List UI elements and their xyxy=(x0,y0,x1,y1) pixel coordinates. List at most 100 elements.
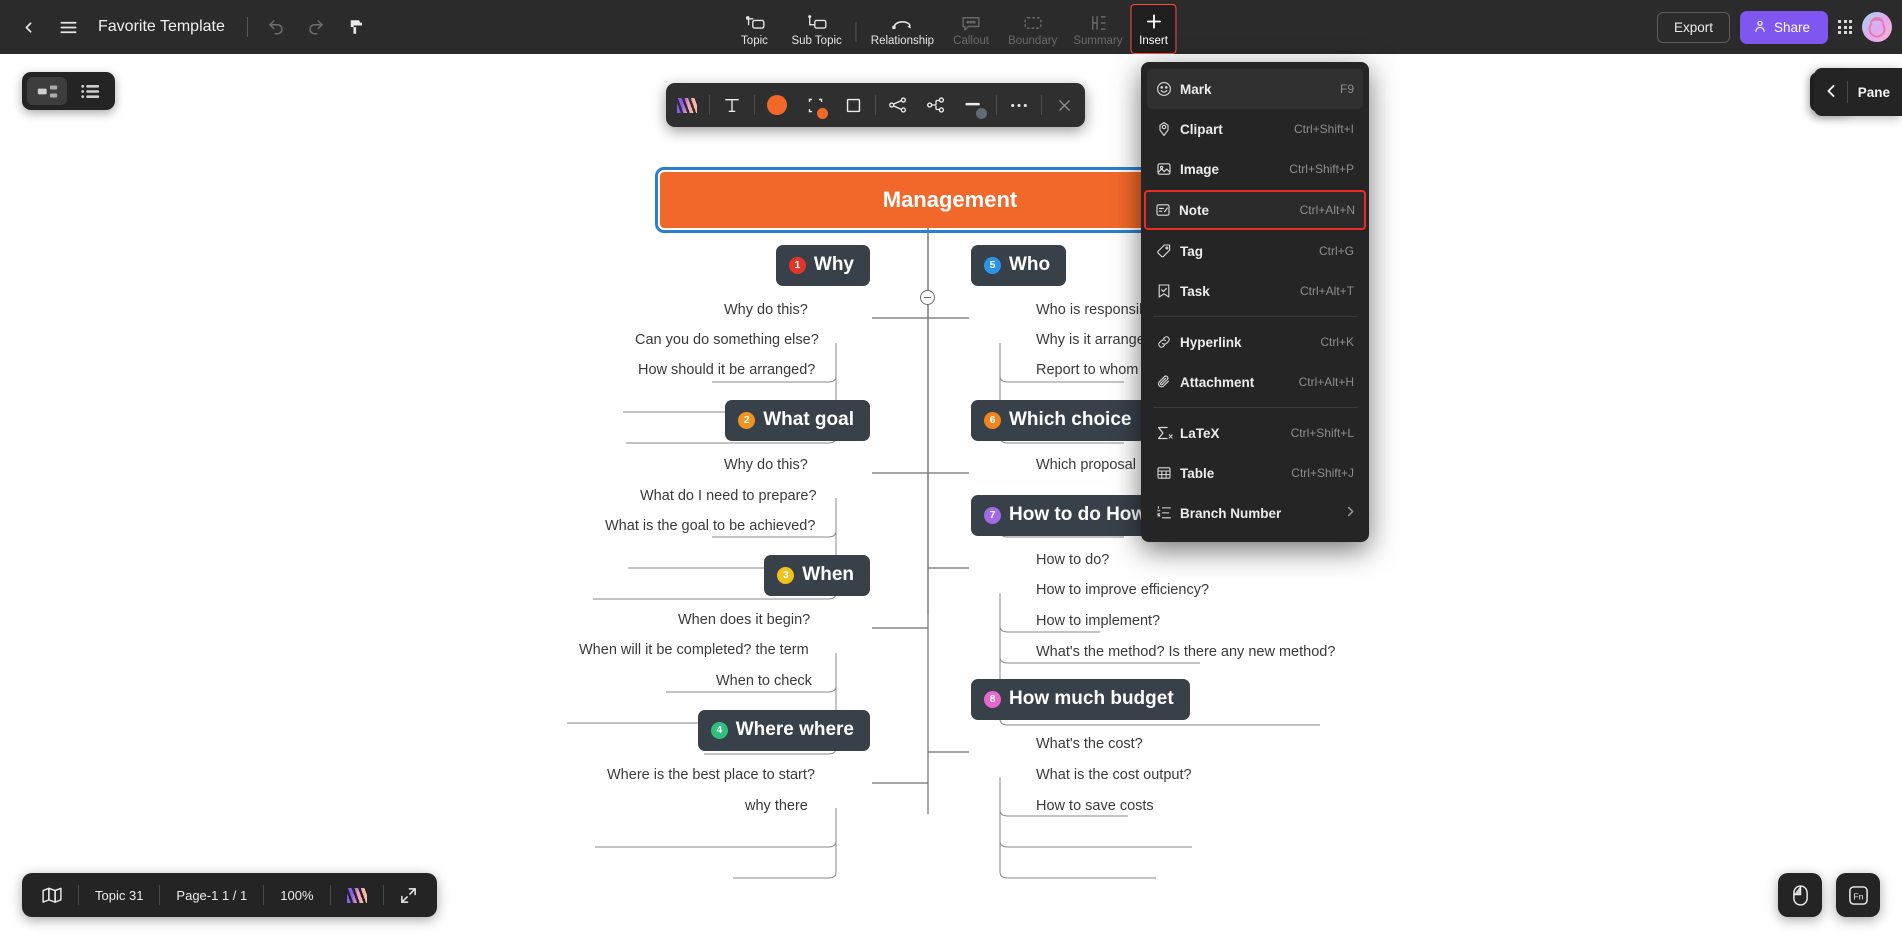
shape-border-icon[interactable] xyxy=(797,87,833,123)
menu-item-label: Task xyxy=(1180,283,1210,299)
subtopic-node[interactable]: Report to whom xyxy=(1030,360,1144,383)
share-button[interactable]: Share xyxy=(1739,10,1828,44)
more-dots-icon[interactable] xyxy=(1001,87,1037,123)
tool-boundary: Boundary xyxy=(1000,4,1065,54)
export-button[interactable]: Export xyxy=(1656,11,1730,43)
subtopic-node[interactable]: When to check xyxy=(710,671,818,694)
ai-magic-icon[interactable] xyxy=(669,87,705,123)
subtopic-node[interactable]: why there xyxy=(739,796,814,819)
svg-text:Fn: Fn xyxy=(1853,891,1863,901)
root-collapse-toggle[interactable] xyxy=(920,290,935,305)
line-style-icon[interactable] xyxy=(956,87,992,123)
subtopic-node[interactable]: What is the goal to be achieved? xyxy=(599,516,821,539)
topic-node-when[interactable]: 3 When xyxy=(764,555,870,596)
tool-topic[interactable]: Topic xyxy=(725,4,783,54)
subtopic-node[interactable]: Where is the best place to start? xyxy=(601,765,821,788)
subtopic-node[interactable]: Which proposal xyxy=(1030,455,1142,478)
fullscreen-icon[interactable] xyxy=(384,877,433,913)
chevron-right-icon xyxy=(1347,506,1354,520)
subtopic-node[interactable]: How to save costs xyxy=(1030,796,1160,819)
user-avatar[interactable] xyxy=(1862,12,1892,42)
mouse-mode-icon[interactable] xyxy=(1778,873,1822,917)
format-painter-icon[interactable] xyxy=(336,7,376,47)
topic-badge-number: 4 xyxy=(710,721,728,739)
menu-item-shortcut: Ctrl+Shift+I xyxy=(1293,122,1354,136)
tool-sub-topic[interactable]: Sub Topic xyxy=(783,4,849,54)
subtopic-node[interactable]: When does it begin? xyxy=(672,610,816,633)
menu-item-label: Image xyxy=(1180,161,1220,177)
right-panel-tab[interactable]: Pane xyxy=(1813,68,1902,116)
outline-view-icon[interactable] xyxy=(70,77,110,105)
apps-grid-icon[interactable] xyxy=(1838,20,1852,34)
relationship-icon xyxy=(890,10,914,32)
paperclip-icon xyxy=(1156,374,1180,390)
branch-style-icon[interactable] xyxy=(918,87,954,123)
fn-shortcut-icon[interactable]: Fn xyxy=(1836,873,1880,917)
subtopic-node[interactable]: Can you do something else? xyxy=(629,330,825,353)
menu-item-branch-number[interactable]: Branch Number xyxy=(1147,493,1363,533)
task-icon xyxy=(1156,283,1180,299)
subtopic-node[interactable]: Why do this? xyxy=(718,300,814,323)
right-panel-label: Pane xyxy=(1857,84,1890,100)
fill-color-icon[interactable] xyxy=(759,87,795,123)
menu-divider xyxy=(1153,407,1357,408)
subtopic-node[interactable]: Why do this? xyxy=(718,455,814,478)
page-indicator[interactable]: Page-1 1 / 1 xyxy=(160,877,263,913)
close-icon[interactable] xyxy=(1046,87,1082,123)
menu-item-tag[interactable]: Tag Ctrl+G xyxy=(1147,231,1363,271)
hamburger-menu-icon[interactable] xyxy=(48,7,88,47)
insert-tools-group: Topic Sub Topic Relationship Callout Bou… xyxy=(725,0,1177,54)
redo-icon[interactable] xyxy=(296,7,336,47)
document-title[interactable]: Favorite Template xyxy=(98,18,225,36)
menu-item-clipart[interactable]: Clipart Ctrl+Shift+I xyxy=(1147,109,1363,149)
menu-divider xyxy=(1153,316,1357,317)
border-icon[interactable] xyxy=(835,87,871,123)
undo-icon[interactable] xyxy=(256,7,296,47)
menu-item-task[interactable]: Task Ctrl+Alt+T xyxy=(1147,271,1363,311)
tool-relationship-label: Relationship xyxy=(870,35,935,47)
menu-item-label: Attachment xyxy=(1180,374,1255,390)
menu-item-attachment[interactable]: Attachment Ctrl+Alt+H xyxy=(1147,362,1363,402)
tool-relationship[interactable]: Relationship xyxy=(863,4,942,54)
branch-layout-icon[interactable] xyxy=(880,87,916,123)
topic-node-which[interactable]: 6 Which choice xyxy=(971,400,1148,441)
map-overview-icon[interactable] xyxy=(26,877,78,913)
zoom-level[interactable]: 100% xyxy=(264,877,329,913)
mindmap-canvas[interactable]: Management 1 Why Why do this? Can you do so… xyxy=(0,54,1902,935)
mindmap-view-icon[interactable] xyxy=(27,77,67,105)
topic-node-label: What goal xyxy=(763,409,854,430)
subtopic-node[interactable]: How to implement? xyxy=(1030,611,1166,634)
subtopic-node[interactable]: What is the cost output? xyxy=(1030,765,1198,788)
topic-node-why[interactable]: 1 Why xyxy=(775,245,870,286)
subtopic-node[interactable]: How to do? xyxy=(1030,550,1115,573)
ai-gradient-icon[interactable] xyxy=(331,877,383,913)
subtopic-node[interactable]: What do I need to prepare? xyxy=(634,486,823,509)
topic-node-who[interactable]: 5 Who xyxy=(971,245,1067,286)
topic-badge-number: 6 xyxy=(984,411,1001,429)
topic-node-where[interactable]: 4 Where where xyxy=(697,710,870,751)
subtopic-node[interactable]: What's the cost? xyxy=(1030,734,1149,757)
person-icon xyxy=(1753,19,1767,36)
subtopic-node[interactable]: How to improve efficiency? xyxy=(1030,580,1215,603)
topic-node-budget[interactable]: 8 How much budget xyxy=(971,679,1190,720)
menu-item-note[interactable]: Note Ctrl+Alt+N xyxy=(1144,190,1366,230)
menu-item-mark[interactable]: Mark F9 xyxy=(1147,69,1363,109)
subtopic-node[interactable]: What's the method? Is there any new meth… xyxy=(1030,642,1341,665)
back-button[interactable] xyxy=(8,7,48,47)
subtopic-node[interactable]: When will it be completed? the term xyxy=(573,640,815,663)
subtopic-node[interactable]: How should it be arranged? xyxy=(632,360,821,383)
tool-topic-label: Topic xyxy=(741,35,768,47)
text-format-icon[interactable] xyxy=(714,87,750,123)
menu-item-latex[interactable]: LaTeX Ctrl+Shift+L xyxy=(1147,413,1363,453)
menu-item-table[interactable]: Table Ctrl+Shift+J xyxy=(1147,453,1363,493)
menu-item-shortcut: Ctrl+K xyxy=(1320,335,1354,349)
tag-icon xyxy=(1156,243,1180,259)
menu-item-hyperlink[interactable]: Hyperlink Ctrl+K xyxy=(1147,322,1363,362)
menu-item-image[interactable]: Image Ctrl+Shift+P xyxy=(1147,149,1363,189)
topic-node-what-goal[interactable]: 2 What goal xyxy=(725,400,870,441)
topic-node-label: When xyxy=(802,564,854,585)
format-divider xyxy=(996,95,997,115)
link-icon xyxy=(1156,334,1180,350)
tool-insert[interactable]: Insert xyxy=(1130,4,1177,54)
format-divider xyxy=(754,95,755,115)
